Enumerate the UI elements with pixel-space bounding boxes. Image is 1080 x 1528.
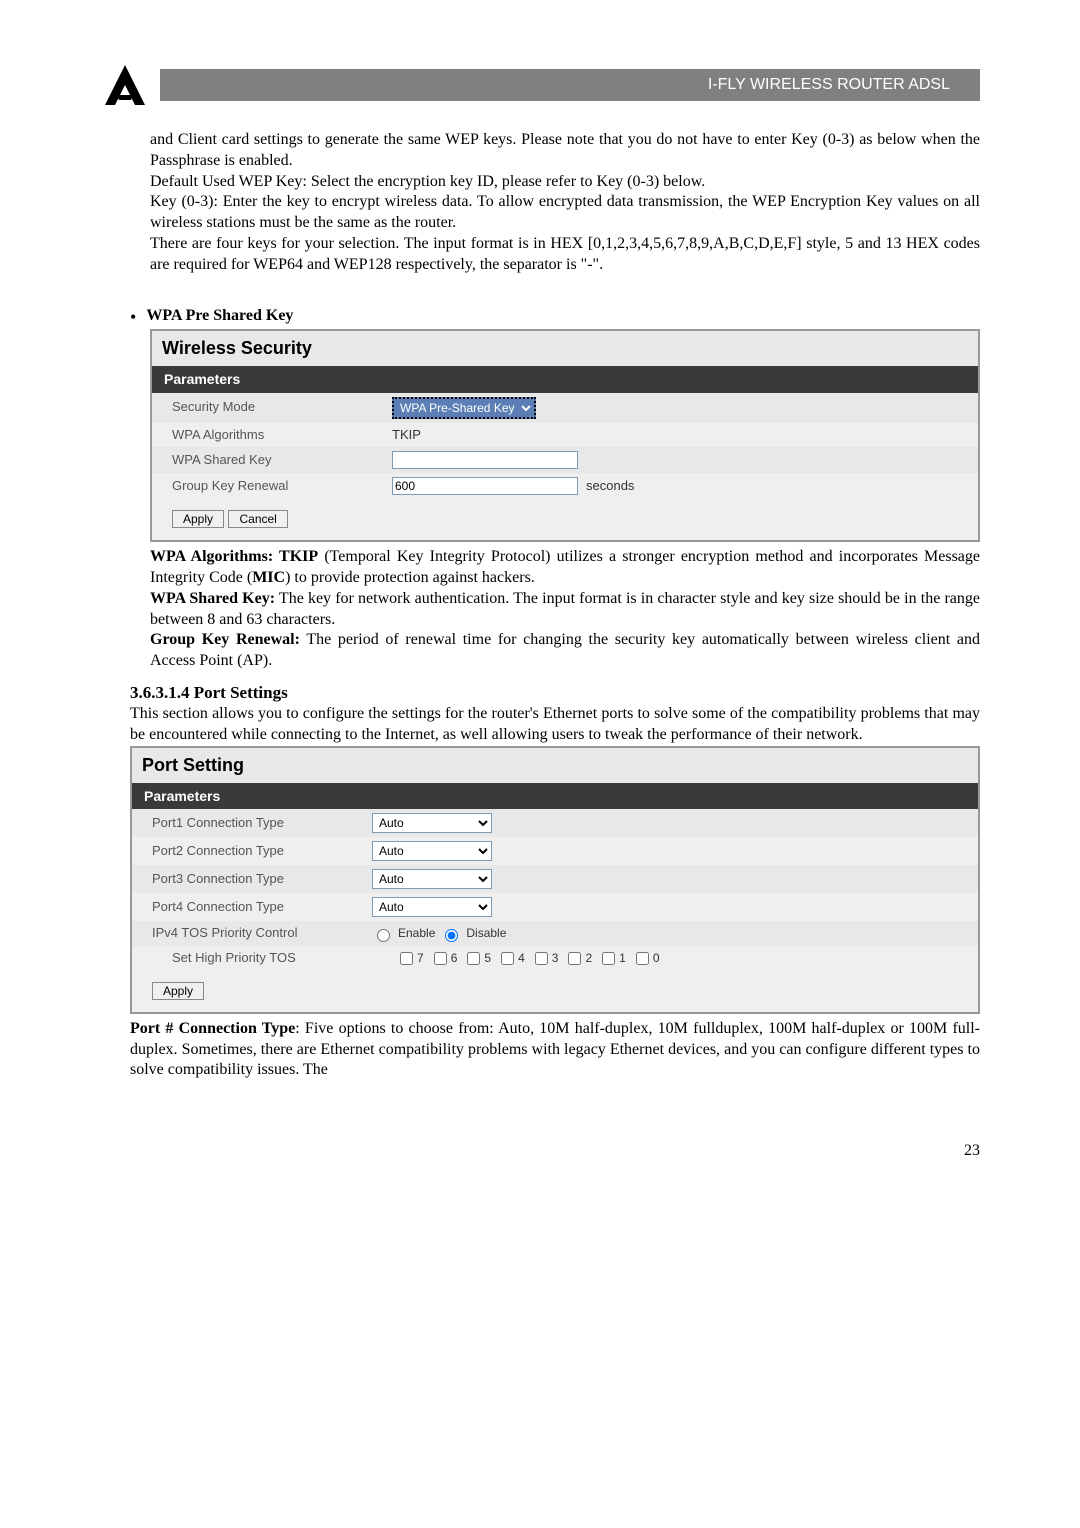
port2-label: Port2 Connection Type <box>152 843 372 860</box>
port-connection-type-desc: Port # Connection Type: Five options to … <box>130 1019 980 1081</box>
parameters-header: Parameters <box>152 366 978 392</box>
tos-enable-radio[interactable] <box>377 929 390 942</box>
apply-button[interactable]: Apply <box>172 510 224 528</box>
port4-label: Port4 Connection Type <box>152 899 372 916</box>
group-key-renewal-input[interactable] <box>392 477 578 495</box>
port3-label: Port3 Connection Type <box>152 871 372 888</box>
tos-checkboxes: 7 6 5 4 3 2 1 0 <box>392 951 660 967</box>
seconds-label: seconds <box>586 478 634 495</box>
wpa-heading: WPA Pre Shared Key <box>146 306 293 327</box>
security-mode-label: Security Mode <box>172 399 392 416</box>
port-setting-title: Port Setting <box>132 748 978 783</box>
port-settings-intro: This section allows you to configure the… <box>130 704 980 746</box>
port-settings-heading: 3.6.3.1.4 Port Settings <box>130 682 980 704</box>
high-priority-tos-label: Set High Priority TOS <box>172 950 392 967</box>
group-key-renewal-desc: Group Key Renewal: The period of renewal… <box>150 630 980 672</box>
tos-checkbox-1[interactable] <box>602 952 615 965</box>
intro-paragraph-3: Key (0-3): Enter the key to encrypt wire… <box>150 192 980 234</box>
tos-checkbox-5[interactable] <box>467 952 480 965</box>
disable-label: Disable <box>466 926 506 942</box>
tos-checkbox-4[interactable] <box>501 952 514 965</box>
wpa-algorithms-desc: WPA Algorithms: TKIP (Temporal Key Integ… <box>150 547 980 589</box>
intro-paragraph-2: Default Used WEP Key: Select the encrypt… <box>150 172 980 193</box>
port-apply-button[interactable]: Apply <box>152 982 204 1000</box>
port1-label: Port1 Connection Type <box>152 815 372 832</box>
enable-label: Enable <box>398 926 435 942</box>
bullet-icon: • <box>130 306 136 329</box>
security-mode-select[interactable]: WPA Pre-Shared Key <box>392 397 536 419</box>
tos-disable-radio[interactable] <box>445 929 458 942</box>
intro-paragraph-4: There are four keys for your selection. … <box>150 234 980 276</box>
wpa-shared-key-label: WPA Shared Key <box>172 452 392 469</box>
page-number: 23 <box>100 1141 980 1162</box>
port-parameters-header: Parameters <box>132 783 978 809</box>
document-title: I-FLY WIRELESS ROUTER ADSL <box>160 69 980 101</box>
port-setting-panel: Port Setting Parameters Port1 Connection… <box>130 746 980 1014</box>
wpa-shared-key-input[interactable] <box>392 451 578 469</box>
wpa-shared-key-desc: WPA Shared Key: The key for network auth… <box>150 589 980 631</box>
ipv4-tos-label: IPv4 TOS Priority Control <box>152 925 372 942</box>
tos-checkbox-0[interactable] <box>636 952 649 965</box>
port3-select[interactable]: Auto <box>372 869 492 889</box>
wpa-algorithms-value: TKIP <box>392 427 958 444</box>
wireless-security-title: Wireless Security <box>152 331 978 366</box>
port1-select[interactable]: Auto <box>372 813 492 833</box>
tos-checkbox-3[interactable] <box>535 952 548 965</box>
port4-select[interactable]: Auto <box>372 897 492 917</box>
wpa-algorithms-label: WPA Algorithms <box>172 427 392 444</box>
tos-checkbox-2[interactable] <box>568 952 581 965</box>
port2-select[interactable]: Auto <box>372 841 492 861</box>
tos-checkbox-6[interactable] <box>434 952 447 965</box>
group-key-renewal-label: Group Key Renewal <box>172 478 392 495</box>
intro-paragraph-1: and Client card settings to generate the… <box>150 130 980 172</box>
wireless-security-panel: Wireless Security Parameters Security Mo… <box>150 329 980 542</box>
cancel-button[interactable]: Cancel <box>228 510 287 528</box>
tos-checkbox-7[interactable] <box>400 952 413 965</box>
brand-logo <box>100 60 150 110</box>
